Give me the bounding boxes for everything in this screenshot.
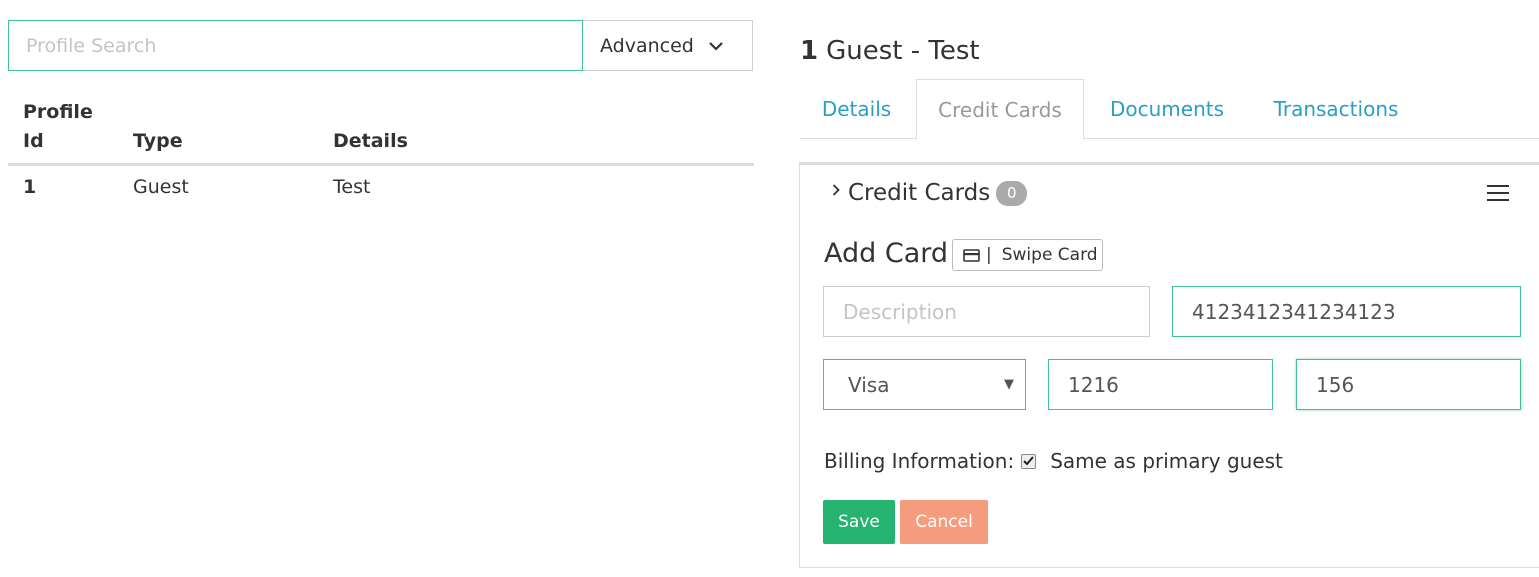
advanced-search-dropdown[interactable]: Advanced [583,20,753,71]
swipe-card-button[interactable]: | Swipe Card [952,239,1103,271]
billing-information-row: Billing Information: Same as primary gue… [824,449,1283,473]
swipe-card-label: Swipe Card [1001,245,1098,265]
hamburger-menu-icon[interactable] [1487,185,1509,205]
save-button[interactable]: Save [823,500,895,544]
card-description-input[interactable] [823,286,1150,337]
column-header-type[interactable]: Type [118,98,318,166]
card-cvv-input[interactable] [1296,359,1521,410]
profile-search-input[interactable] [8,20,583,71]
credit-card-count-badge: 0 [996,180,1028,206]
profile-id: 1 [800,36,819,66]
card-number-input[interactable] [1172,286,1521,337]
column-header-profile-id[interactable]: Profile Id [8,98,118,166]
select-arrow-icon: ▼ [1004,377,1014,392]
table-row[interactable]: 1 Guest Test [8,165,754,209]
profile-results-table: Profile Id Type Details 1 Guest Test [8,98,754,208]
profile-name: Guest - Test [826,36,980,66]
same-as-primary-checkbox[interactable] [1021,453,1037,469]
swipe-separator: | [986,245,992,265]
checkmark-icon [1023,456,1034,466]
profile-title: 1 Guest - Test [800,33,980,69]
tab-details[interactable]: Details [800,79,913,139]
tab-documents[interactable]: Documents [1086,79,1248,139]
billing-information-label: Billing Information: [824,449,1015,473]
profile-search-group: Advanced [8,20,753,71]
card-type-select[interactable]: Visa ▼ [823,359,1026,410]
same-as-primary-label[interactable]: Same as primary guest [1050,449,1283,473]
advanced-label: Advanced [600,34,694,57]
cell-details: Test [333,176,371,198]
cancel-button[interactable]: Cancel [900,500,988,544]
chevron-right-icon [832,184,840,196]
credit-cards-section-label: Credit Cards [848,180,991,206]
credit-cards-section-toggle[interactable]: Credit Cards 0 [832,180,1028,206]
card-expiry-input[interactable] [1048,359,1273,410]
tab-credit-cards[interactable]: Credit Cards [916,79,1084,140]
cell-type: Guest [133,176,189,198]
column-header-details[interactable]: Details [318,98,754,166]
credit-card-icon [963,248,980,262]
tab-transactions[interactable]: Transactions [1252,79,1420,139]
card-type-selected: Visa [848,372,890,397]
chevron-down-icon [708,41,724,51]
table-header-row: Profile Id Type Details [8,98,754,166]
add-card-title: Add Card [824,238,949,269]
cell-profile-id: 1 [23,176,37,198]
profile-tabs: Details Credit Cards Documents Transacti… [800,79,1539,140]
